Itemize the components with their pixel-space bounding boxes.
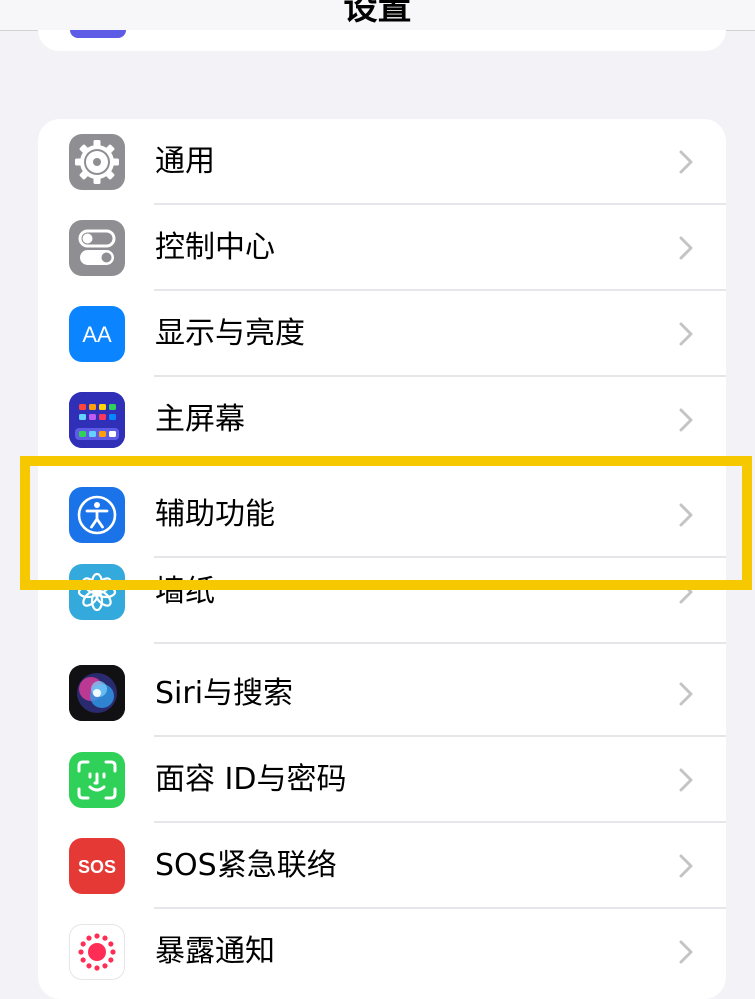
partial-icon [70,30,126,38]
icon-text: SOS [78,857,116,877]
chevron-right-icon [679,580,693,604]
settings-row-control-center[interactable]: 控制中心 [38,205,726,291]
settings-row-emergency-sos[interactable]: SOS SOS紧急联络 [38,823,726,909]
sos-icon: SOS [69,838,125,894]
settings-row-label: 暴露通知 [155,934,275,969]
settings-row-label: 通用 [155,144,215,179]
settings-row-accessibility[interactable]: 辅助功能 [38,463,726,558]
face-id-icon [69,752,125,808]
text-size-icon: AA [69,306,125,362]
chevron-right-icon [679,682,693,706]
settings-row-label: 控制中心 [155,230,275,265]
chevron-right-icon [679,503,693,527]
settings-row-label: 墙纸 [155,574,215,609]
settings-row-label: 面容 ID与密码 [155,762,347,797]
settings-row-siri-search[interactable]: Siri与搜索 [38,644,726,737]
flower-icon [69,564,125,620]
settings-row-display-brightness[interactable]: AA 显示与亮度 [38,291,726,377]
settings-row-exposure-notifications[interactable]: 暴露通知 [38,909,726,995]
navigation-bar: 设置 [0,0,755,31]
chevron-right-icon [679,408,693,432]
chevron-right-icon [679,940,693,964]
settings-row-label: Siri与搜索 [155,676,294,711]
accessibility-icon [69,487,125,543]
chevron-right-icon [679,150,693,174]
chevron-right-icon [679,854,693,878]
settings-row-home-screen[interactable]: 主屏幕 [38,377,726,463]
icon-text: AA [82,322,112,347]
page-title: 设置 [343,0,412,28]
settings-row-label: SOS紧急联络 [155,848,337,883]
settings-row-general[interactable]: 通用 [38,119,726,205]
home-screen-grid-icon [69,392,125,448]
settings-row-face-id-passcode[interactable]: 面容 ID与密码 [38,737,726,823]
settings-row-label: 显示与亮度 [155,316,305,351]
gear-icon [69,134,125,190]
settings-row-wallpaper[interactable]: 墙纸 [38,558,726,644]
chevron-right-icon [679,236,693,260]
chevron-right-icon [679,322,693,346]
settings-row-label: 主屏幕 [155,402,245,437]
settings-row-label: 辅助功能 [155,497,275,532]
toggles-icon [69,220,125,276]
settings-group: 通用 控制中心 AA 显示与亮度 主屏幕 辅助功能 墙纸 Siri与搜索 面容 … [38,119,726,999]
chevron-right-icon [679,768,693,792]
previous-settings-group [38,30,726,51]
siri-icon [69,665,125,721]
exposure-notification-icon [69,924,125,980]
